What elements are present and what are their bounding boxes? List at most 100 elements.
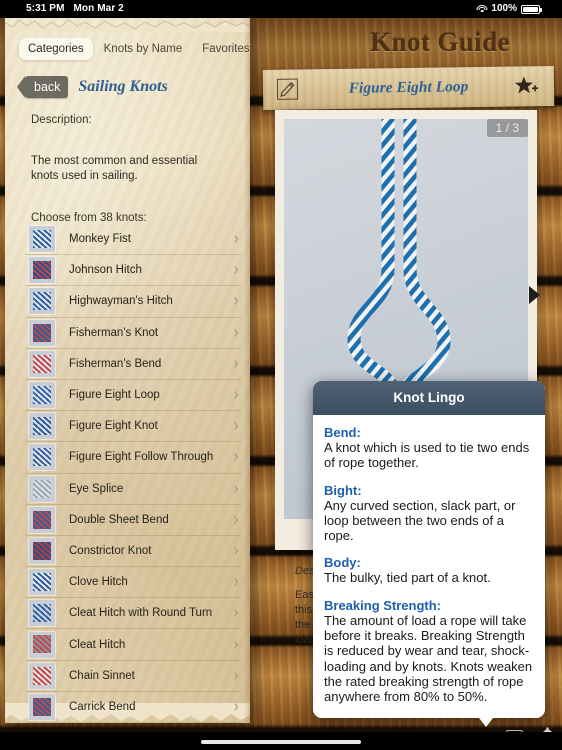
knot-list-item[interactable]: Cleat Hitch with Round Turn › xyxy=(25,598,241,630)
knot-lingo-title: Knot Lingo xyxy=(313,381,545,415)
chevron-right-icon: › xyxy=(233,321,239,344)
knot-list-item[interactable]: Monkey Fist › xyxy=(25,224,241,256)
knot-thumbnail xyxy=(29,382,55,409)
torn-paper-top-edge xyxy=(5,19,250,32)
knot-list-item[interactable]: Constrictor Knot › xyxy=(25,536,241,568)
status-bar: 5:31 PM Mon Mar 2 100% xyxy=(0,0,562,18)
sidebar-panel: Categories Knots by Name Favorites back … xyxy=(5,18,250,723)
tab-knots-by-name[interactable]: Knots by Name xyxy=(95,38,192,60)
description-label: Description: xyxy=(31,114,92,126)
knot-thumbnail xyxy=(29,537,55,564)
chevron-right-icon: › xyxy=(233,290,239,313)
battery-percent: 100% xyxy=(491,3,517,14)
knot-thumbnail xyxy=(29,257,55,284)
chevron-right-icon: › xyxy=(233,696,239,718)
knot-list-item-label: Cleat Hitch with Round Turn xyxy=(69,607,213,620)
lingo-definition: The amount of load a rope will take befo… xyxy=(324,612,533,705)
lingo-term: Bight: xyxy=(324,482,362,498)
knot-list-item-label: Cleat Hitch xyxy=(69,638,126,651)
knot-thumbnail xyxy=(29,506,55,533)
knot-list-item-label: Monkey Fist xyxy=(69,233,131,246)
knot-lingo-popover: Knot Lingo Bend: A knot which is used to … xyxy=(313,381,545,718)
back-button[interactable]: back xyxy=(16,76,69,98)
chevron-right-icon: › xyxy=(233,228,239,250)
chevron-right-icon: › xyxy=(233,664,239,687)
chevron-right-icon: › xyxy=(233,353,239,375)
knot-thumbnail xyxy=(29,475,55,502)
knot-thumbnail xyxy=(29,569,55,596)
description-text: The most common and essential knots used… xyxy=(31,155,198,182)
chevron-right-icon: › xyxy=(233,384,239,406)
knot-thumbnail xyxy=(29,444,55,471)
chevron-right-icon: › xyxy=(233,602,239,625)
knot-thumbnail xyxy=(29,226,55,253)
lingo-definition: A knot which is used to tie two ends of … xyxy=(324,440,530,471)
knot-list-item-label: Fisherman's Bend xyxy=(69,357,162,370)
device-screen: 5:31 PM Mon Mar 2 100% Knot Guide Catego… xyxy=(0,0,562,750)
knot-list-item[interactable]: Figure Eight Knot › xyxy=(25,411,241,443)
chevron-right-icon: › xyxy=(233,571,239,593)
knot-thumbnail xyxy=(29,288,55,315)
knot-list-item[interactable]: Cleat Hitch › xyxy=(25,629,241,661)
lingo-term: Body: xyxy=(324,555,361,571)
sidebar-tabs[interactable]: Categories Knots by Name Favorites xyxy=(19,38,250,60)
paper-edge xyxy=(244,18,250,723)
knot-title-bar: Figure Eight Loop xyxy=(262,65,555,111)
category-title: Sailing Knots xyxy=(78,78,168,95)
knot-list-item-label: Johnson Hitch xyxy=(69,264,142,277)
knot-list-item-label: Figure Eight Loop xyxy=(69,389,160,402)
edit-pencil-icon[interactable] xyxy=(276,78,299,100)
knot-thumbnail xyxy=(29,413,55,440)
knot-list-item[interactable]: Carrick Bend › xyxy=(25,692,241,723)
lingo-term: Bend: xyxy=(324,425,361,440)
app-background: Knot Guide Categories Knots by Name Favo… xyxy=(0,18,562,732)
knot-title: Figure Eight Loop xyxy=(348,78,469,97)
page-indicator: 1 / 3 xyxy=(486,119,528,137)
popover-tail xyxy=(476,714,496,727)
knot-list-item[interactable]: Double Sheet Bend › xyxy=(25,505,241,536)
lingo-definition: The bulky, tied part of a knot. xyxy=(324,570,491,586)
chevron-right-icon: › xyxy=(233,259,239,282)
knot-list-item[interactable]: Chain Sinnet › xyxy=(25,661,241,692)
knot-list-item-label: Fisherman's Knot xyxy=(69,326,159,339)
star-plus-icon[interactable] xyxy=(514,75,540,97)
knot-list-item[interactable]: Fisherman's Bend › xyxy=(25,349,241,380)
knot-list-item-label: Chain Sinnet xyxy=(69,669,135,682)
knot-list-item-label: Eye Splice xyxy=(69,482,124,495)
help-icon[interactable]: ? xyxy=(506,730,523,732)
gears-icon[interactable] xyxy=(530,726,556,732)
chevron-right-icon: › xyxy=(233,633,239,656)
next-arrow-icon[interactable] xyxy=(529,286,540,304)
knot-list-item-label: Highwayman's Hitch xyxy=(69,295,173,308)
knot-list-item-label: Constrictor Knot xyxy=(69,544,152,557)
lingo-definition: Any curved section, slack part, or loop … xyxy=(324,497,516,544)
knot-list[interactable]: Monkey Fist › Johnson Hitch › Highwayman's H… xyxy=(25,224,241,723)
status-time: 5:31 PM xyxy=(26,3,65,14)
knot-thumbnail xyxy=(29,319,55,346)
tab-categories[interactable]: Categories xyxy=(19,38,93,60)
knot-list-item[interactable]: Clove Hitch › xyxy=(25,567,241,599)
knot-list-item[interactable]: Highwayman's Hitch › xyxy=(25,286,241,318)
knot-list-item[interactable]: Figure Eight Follow Through › xyxy=(25,442,241,474)
knot-list-item[interactable]: Johnson Hitch › xyxy=(25,255,241,287)
knot-lingo-content[interactable]: Bend: A knot which is used to tie two end… xyxy=(313,415,545,718)
sidebar-navigation-bar: back Sailing Knots xyxy=(16,76,168,98)
knot-list-item-label: Clove Hitch xyxy=(69,576,128,589)
knot-list-item[interactable]: Fisherman's Knot › xyxy=(25,318,241,349)
knot-list-item-label: Figure Eight Knot xyxy=(69,420,158,433)
knot-list-item[interactable]: Figure Eight Loop › xyxy=(25,380,241,412)
knot-list-item-label: Double Sheet Bend xyxy=(69,513,169,526)
home-indicator xyxy=(201,740,361,744)
knot-list-item-label: Carrick Bend xyxy=(69,700,136,713)
knot-list-item[interactable]: Eye Splice › xyxy=(25,474,241,505)
status-bar-left: 5:31 PM Mon Mar 2 xyxy=(0,0,124,18)
tab-favorites[interactable]: Favorites xyxy=(193,38,250,60)
knot-thumbnail xyxy=(29,662,55,689)
lingo-term: Breaking Strength: xyxy=(324,597,442,613)
knot-list-item-label: Figure Eight Follow Through xyxy=(69,451,214,464)
chevron-right-icon: › xyxy=(233,477,239,500)
knot-thumbnail xyxy=(29,350,55,377)
chevron-right-icon: › xyxy=(233,508,239,531)
status-bar-right: 100% xyxy=(476,0,562,18)
lingo-term: Capsize: xyxy=(324,717,534,718)
